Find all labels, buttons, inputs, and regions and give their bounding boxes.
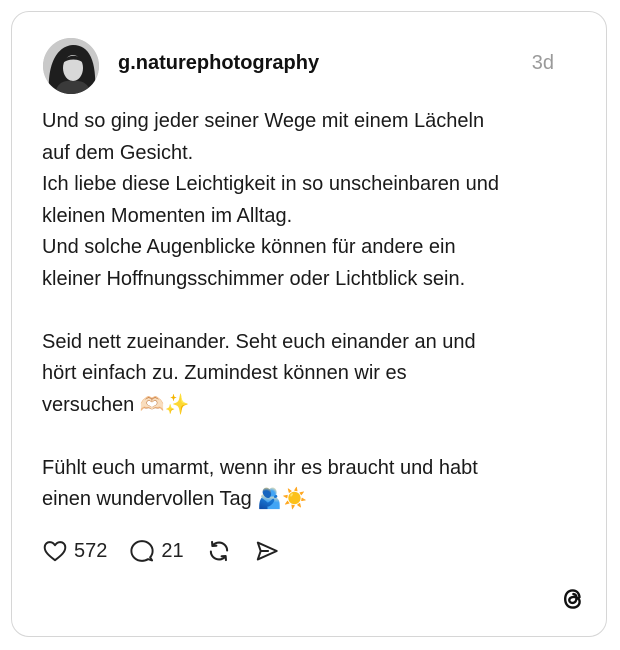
- post-paragraph: Fühlt euch umarmt, wenn ihr es braucht u…: [42, 456, 478, 511]
- heart-icon: [43, 541, 67, 562]
- reply-count: 21: [161, 539, 184, 562]
- threads-logo-icon: [558, 584, 588, 614]
- share-button[interactable]: [254, 538, 280, 564]
- reply-button[interactable]: 21: [129, 538, 184, 564]
- comment-icon: [130, 540, 154, 562]
- username[interactable]: g.naturephotography: [118, 52, 319, 75]
- avatar[interactable]: [43, 38, 99, 94]
- like-count: 572: [74, 539, 108, 562]
- post-time: 3d: [531, 52, 554, 74]
- avatar-photo: [43, 38, 99, 94]
- repost-icon: [209, 540, 228, 562]
- send-icon: [256, 541, 278, 561]
- post-paragraph: Seid nett zueinander. Seht euch einander…: [42, 330, 476, 416]
- post-body: Und so ging jeder seiner Wege mit einem …: [42, 106, 582, 516]
- repost-button[interactable]: [206, 538, 232, 564]
- post-paragraph: Und so ging jeder seiner Wege mit einem …: [42, 110, 499, 290]
- like-button[interactable]: 572: [42, 538, 107, 564]
- post-card: g.naturephotography 3d Und so ging jeder…: [11, 11, 607, 637]
- action-bar: 572 21: [42, 536, 302, 566]
